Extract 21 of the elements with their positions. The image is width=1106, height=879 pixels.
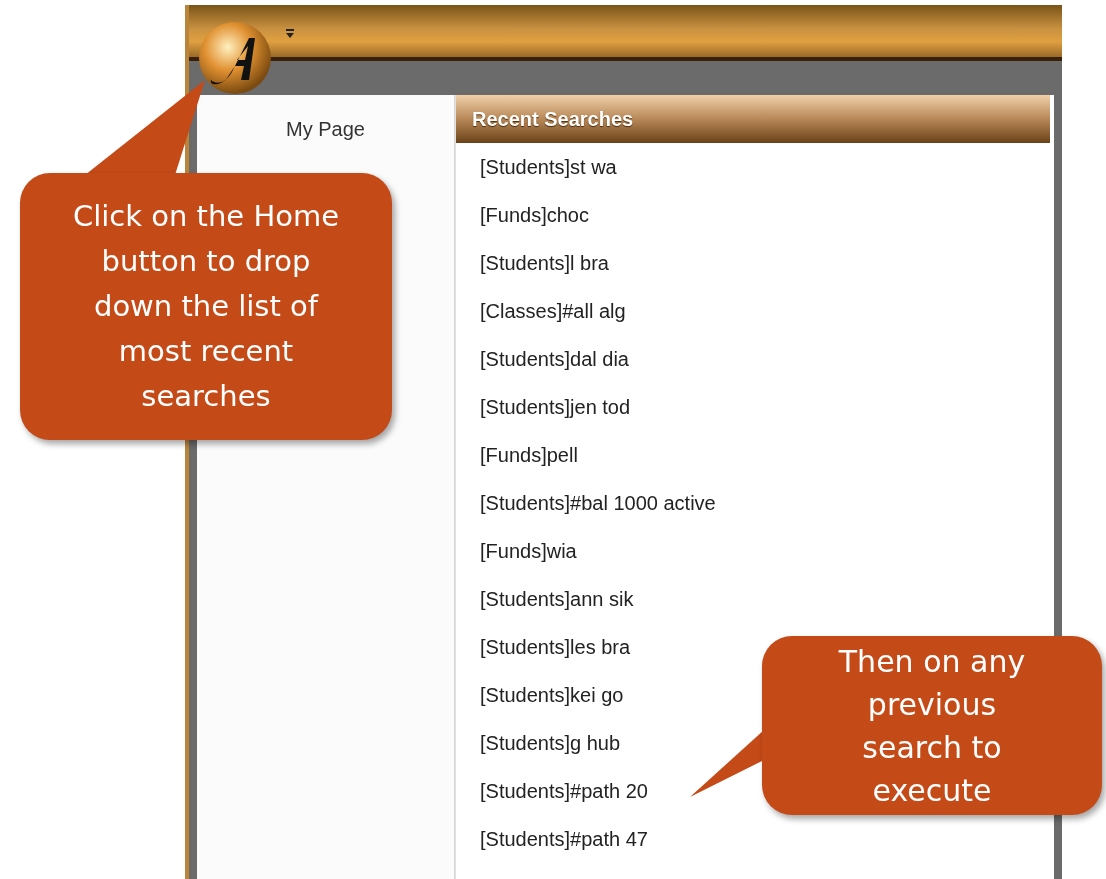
recent-search-item[interactable]: [Students]kei go — [480, 680, 624, 710]
recent-search-item[interactable]: [Students]les bra — [480, 632, 631, 662]
recent-search-item[interactable]: [Funds]choc — [480, 200, 589, 230]
recent-search-item[interactable]: [Students]#path 20 — [480, 776, 648, 806]
recent-search-item[interactable]: [Students]jen tod — [480, 392, 631, 422]
recent-search-item[interactable]: [Students]st wa — [480, 152, 617, 182]
recent-search-item[interactable]: [Students]g hub — [480, 728, 621, 758]
recent-search-item[interactable]: [Funds]wia — [480, 536, 577, 566]
recent-search-item[interactable]: [Students]l bra — [480, 248, 609, 278]
panel-header: Recent Searches — [456, 95, 1050, 143]
callout: Then on any previous search to execute — [762, 636, 1102, 815]
callout: Click on the Home button to drop down the list of most recent searches — [20, 173, 392, 440]
recent-search-item[interactable]: [Students]#path 47 — [480, 824, 648, 854]
recent-search-item[interactable]: [Students]#bal 1000 active — [480, 488, 716, 518]
menu-item[interactable]: My Page — [197, 107, 454, 151]
recent-search-item[interactable]: [Students]ann sik — [480, 584, 634, 614]
recent-search-item[interactable]: [Students]dal dia — [480, 344, 629, 374]
recent-search-item[interactable]: [Classes]#all alg — [480, 296, 626, 326]
recent-search-item[interactable]: [Funds]pell — [480, 440, 578, 470]
home-button-icon[interactable] — [197, 20, 273, 96]
dropdown-caret-icon[interactable] — [285, 29, 295, 39]
